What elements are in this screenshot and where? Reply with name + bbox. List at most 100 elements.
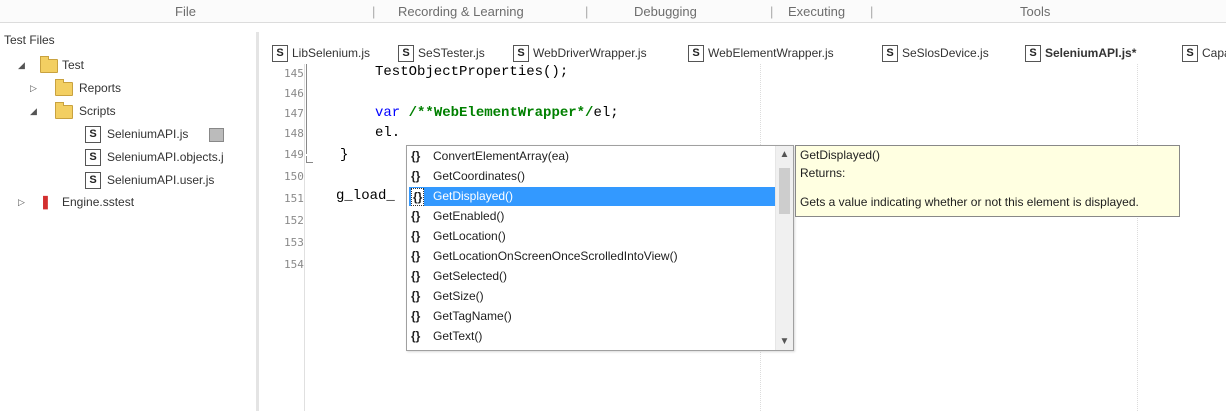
scroll-down-icon[interactable]: ▼ [776, 333, 793, 350]
autocomplete-item[interactable]: {} GetText() [409, 327, 777, 346]
folder-icon [40, 56, 58, 73]
autocomplete-item[interactable]: {} ConvertElementArray(ea) [409, 147, 777, 166]
tooltip-returns: Returns: [800, 166, 846, 180]
tab-seleniumapi[interactable]: S SeleniumAPI.js* [1025, 44, 1175, 62]
method-icon: {} [411, 229, 421, 243]
autocomplete-label: GetEnabled() [433, 209, 505, 223]
editor-tabs: S LibSelenium.js S SeSTester.js S WebDri… [262, 42, 1226, 64]
method-icon: {} [411, 249, 421, 263]
autocomplete-label: GetTagName() [433, 309, 512, 323]
menu-file[interactable]: File [175, 4, 196, 19]
code-line-151: g_load_ [336, 188, 395, 204]
code-comment: /**WebElementWrapper*/ [408, 105, 594, 121]
expanded-arrow-icon[interactable]: ◢ [18, 56, 25, 74]
autocomplete-list[interactable]: {} ConvertElementArray(ea) {} GetCoordinat… [406, 145, 794, 351]
tree-item-label: Scripts [79, 104, 116, 118]
autocomplete-label: GetLocationOnScreenOnceScrolledIntoView(… [433, 249, 678, 263]
code-keyword: var [375, 105, 401, 121]
autocomplete-label: GetLocation() [433, 229, 506, 243]
tab-label: WebElementWrapper.js [708, 46, 834, 60]
tree-item-scripts[interactable]: ◢ Scripts [0, 102, 250, 120]
tab-label: SeSlosDevice.js [902, 46, 989, 60]
autocomplete-label: GetText() [433, 329, 483, 343]
tree-item-seleniumapi-js[interactable]: S SeleniumAPI.js [0, 125, 250, 143]
code-text: el; [593, 105, 619, 121]
test-files-panel: Test Files ◢ Test ▷ Reports ◢ Scripts S … [0, 32, 255, 411]
method-icon: {} [411, 149, 421, 163]
tree-item-label: Reports [79, 81, 122, 95]
page-icon [209, 128, 224, 142]
tooltip-signature: GetDisplayed() [800, 148, 881, 162]
panel-splitter[interactable] [256, 32, 259, 411]
script-file-icon: S [85, 126, 101, 143]
folder-icon [55, 102, 73, 119]
tree-item-label: SeleniumAPI.objects.j [107, 150, 224, 164]
method-icon: {} [411, 309, 421, 323]
method-icon: {} [411, 329, 421, 343]
tree-item-engine[interactable]: ▷ ❚ Engine.sstest [0, 193, 250, 211]
tab-sesiosdevice[interactable]: S SeSlosDevice.js [882, 44, 1022, 62]
tree-item-label: Engine.sstest [62, 195, 135, 209]
tree-item-test[interactable]: ◢ Test [0, 56, 250, 74]
script-file-icon: S [513, 45, 529, 62]
script-file-icon: S [398, 45, 414, 62]
tab-libselenium[interactable]: S LibSelenium.js [272, 44, 392, 62]
code-line-145: TestObjectProperties(); [375, 64, 569, 80]
method-icon: {} [411, 269, 421, 283]
script-file-icon: S [85, 149, 101, 166]
script-file-icon: S [882, 45, 898, 62]
fold-guide [306, 64, 315, 154]
menu-tools[interactable]: Tools [1020, 4, 1050, 19]
autocomplete-item[interactable]: {} GetSelected() [409, 267, 777, 286]
code-line-149: } [340, 147, 349, 163]
method-tooltip: GetDisplayed() Returns: Gets a value ind… [795, 145, 1180, 217]
tab-label: LibSelenium.js [292, 46, 371, 60]
autocomplete-label: GetCoordinates() [433, 169, 526, 183]
menu-debugging[interactable]: Debugging [634, 4, 697, 19]
method-icon: {} [411, 289, 421, 303]
autocomplete-item[interactable]: {} GetCoordinates() [409, 167, 777, 186]
tab-label: SeSTester.js [418, 46, 485, 60]
script-file-icon: S [1182, 45, 1198, 62]
menu-separator: | [585, 4, 589, 19]
tab-sestester[interactable]: S SeSTester.js [398, 44, 508, 62]
menu-executing[interactable]: Executing [788, 4, 845, 19]
menu-separator: | [870, 4, 874, 19]
script-file-icon: S [85, 172, 101, 189]
autocomplete-item[interactable]: {} GetTagName() [409, 307, 777, 326]
method-icon: {} [411, 209, 421, 223]
autocomplete-item-selected[interactable]: {} GetDisplayed() [409, 187, 777, 206]
autocomplete-item[interactable]: {} GetLocation() [409, 227, 777, 246]
code-line-147: var /**WebElementWrapper*/el; [375, 105, 619, 121]
autocomplete-item[interactable]: {} GetEnabled() [409, 207, 777, 226]
tree-item-label: SeleniumAPI.js [107, 127, 189, 141]
scrollbar-thumb[interactable] [779, 168, 790, 214]
script-file-icon: S [1025, 45, 1041, 62]
tab-webdriverwrapper[interactable]: S WebDriverWrapper.js [513, 44, 683, 62]
code-line-148: el. [375, 125, 401, 141]
tab-webelementwrapper[interactable]: S WebElementWrapper.js [688, 44, 868, 62]
tree-item-seleniumapi-objects[interactable]: S SeleniumAPI.objects.j [0, 148, 250, 166]
tab-label: SeleniumAPI.js* [1045, 46, 1137, 60]
collapsed-arrow-icon[interactable]: ▷ [18, 193, 25, 211]
engine-icon: ❚ [40, 194, 51, 209]
tab-label: Capa [1202, 46, 1226, 60]
autocomplete-label: GetDisplayed() [433, 189, 514, 203]
tree-item-seleniumapi-user[interactable]: S SeleniumAPI.user.js [0, 171, 250, 189]
menu-bar: File | Recording & Learning | Debugging … [0, 0, 1226, 23]
expanded-arrow-icon[interactable]: ◢ [30, 102, 37, 120]
line-gutter [280, 64, 305, 411]
menu-recording[interactable]: Recording & Learning [398, 4, 524, 19]
folder-icon [55, 79, 73, 96]
tree-item-reports[interactable]: ▷ Reports [0, 79, 250, 97]
guide-line [1137, 64, 1138, 411]
method-icon: {} [411, 169, 421, 183]
collapsed-arrow-icon[interactable]: ▷ [30, 79, 37, 97]
menu-separator: | [770, 4, 774, 19]
autocomplete-item[interactable]: {} GetSize() [409, 287, 777, 306]
scroll-up-icon[interactable]: ▲ [776, 146, 793, 163]
autocomplete-item[interactable]: {} GetLocationOnScreenOnceScrolledIntoVie… [409, 247, 777, 266]
panel-title: Test Files [4, 33, 55, 47]
tab-capa[interactable]: S Capa [1182, 44, 1226, 62]
autocomplete-scrollbar[interactable]: ▲ ▼ [775, 146, 793, 350]
